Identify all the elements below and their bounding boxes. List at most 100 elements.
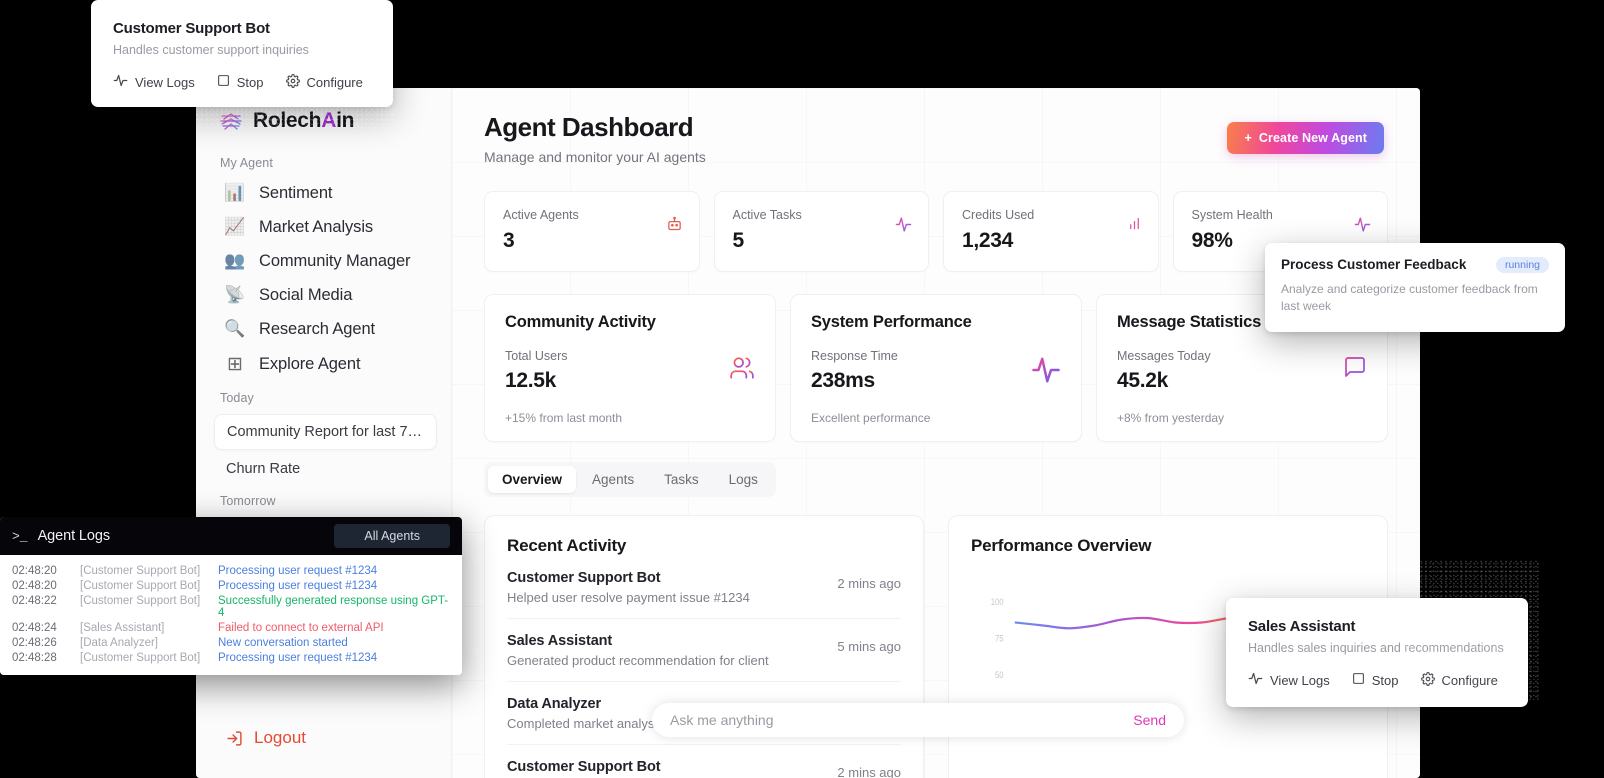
- log-line: 02:48:22 [Customer Support Bot] Successful…: [0, 593, 462, 620]
- activity-description: Helped user resolve payment issue #1234: [507, 590, 750, 605]
- trending-up-icon: 📈: [224, 217, 246, 236]
- sidebar-item-explore-agent[interactable]: ⊞ Explore Agent: [202, 346, 445, 383]
- chart-y-tick: 50: [995, 669, 1004, 680]
- log-timestamp: 02:48:28: [12, 651, 57, 664]
- create-new-agent-button[interactable]: + Create New Agent: [1227, 122, 1384, 154]
- log-message: New conversation started: [218, 636, 348, 649]
- gear-icon: [285, 73, 300, 91]
- sidebar-item-community-manager[interactable]: 👥 Community Manager: [202, 244, 445, 278]
- stat-card-active-tasks: Active Tasks 5: [713, 191, 929, 272]
- logout-button[interactable]: Logout: [196, 710, 451, 778]
- performance-overview-title: Performance Overview: [971, 536, 1152, 555]
- log-agent-name: [Data Analyzer]: [80, 636, 158, 649]
- activity-pulse-icon: [113, 73, 128, 91]
- activity-text: Sales Assistant Generated product recomme…: [507, 633, 769, 668]
- agent-card-description: Handles sales inquiries and recommendati…: [1248, 641, 1504, 655]
- sidebar-nav-list: 📊 Sentiment 📈 Market Analysis 👥 Community Man…: [196, 176, 451, 383]
- log-timestamp: 02:48:22: [12, 594, 57, 607]
- activity-timestamp: 2 mins ago: [837, 576, 901, 591]
- view-logs-label: View Logs: [135, 74, 195, 90]
- log-message: Processing user request #1234: [218, 579, 378, 592]
- log-timestamp: 02:48:20: [12, 564, 57, 577]
- robot-icon: [666, 216, 683, 238]
- agent-logs-panel: >_ Agent Logs All Agents 02:48:20 [Custom…: [0, 517, 462, 675]
- sidebar-item-sentiment[interactable]: 📊 Sentiment: [202, 176, 445, 210]
- configure-action[interactable]: Configure: [285, 73, 363, 91]
- users-icon: [729, 355, 755, 386]
- chart-y-tick: 75: [995, 633, 1004, 644]
- send-button[interactable]: Send: [1123, 712, 1166, 728]
- activity-agent-name: Customer Support Bot: [507, 570, 661, 586]
- agent-card-title: Customer Support Bot: [113, 20, 270, 37]
- metric-value: 238ms: [811, 369, 875, 392]
- stat-label: Active Agents: [503, 208, 579, 222]
- log-agent-name: [Customer Support Bot]: [80, 594, 201, 607]
- sidebar-item-label: Social Media: [259, 285, 353, 304]
- sidebar-item-market-analysis[interactable]: 📈 Market Analysis: [202, 210, 445, 244]
- agent-filter-dropdown[interactable]: All Agents: [334, 524, 450, 548]
- log-message: Processing user request #1234: [218, 651, 378, 664]
- log-agent-name: [Customer Support Bot]: [80, 579, 201, 592]
- log-line: 02:48:24 [Sales Assistant] Failed to conne…: [0, 620, 462, 635]
- agent-logs-header: >_ Agent Logs All Agents: [0, 517, 462, 555]
- stop-square-icon: [1352, 672, 1365, 688]
- metric-sub-label: Messages Today: [1117, 349, 1211, 363]
- log-line: 02:48:28 [Customer Support Bot] Processing…: [0, 650, 462, 665]
- metric-footnote: Excellent performance: [811, 411, 931, 425]
- task-card-process-customer-feedback: Process Customer Feedback running Analyz…: [1265, 243, 1565, 332]
- activity-agent-name: Sales Assistant: [507, 633, 613, 649]
- sidebar-section-today: Today: [220, 391, 254, 405]
- sidebar-item-social-media[interactable]: 📡 Social Media: [202, 278, 445, 312]
- task-card-title: Process Customer Feedback: [1281, 257, 1467, 272]
- bar-chart-icon: 📊: [224, 183, 246, 202]
- activity-description: Generated product recommendation for cli…: [507, 653, 769, 668]
- log-timestamp: 02:48:24: [12, 621, 57, 634]
- screenshot-stage: RolechAin My Agent 📊 Sentiment 📈 Market Ana…: [0, 0, 1604, 778]
- sidebar-section-my-agent: My Agent: [220, 156, 273, 170]
- agent-card-title: Sales Assistant: [1248, 618, 1356, 635]
- log-message: Processing user request #1234: [218, 564, 378, 577]
- stat-value: 3: [503, 229, 515, 252]
- log-timestamp: 02:48:26: [12, 636, 57, 649]
- stat-card-active-agents: Active Agents 3: [484, 191, 700, 272]
- stop-label: Stop: [1371, 672, 1399, 688]
- tab-agents[interactable]: Agents: [578, 466, 648, 493]
- stop-action[interactable]: Stop: [217, 74, 264, 90]
- metric-card-community-activity: Community Activity Total Users 12.5k +15% f…: [484, 294, 776, 442]
- stop-label: Stop: [236, 74, 264, 90]
- create-new-agent-label: Create New Agent: [1258, 131, 1367, 145]
- logout-icon: [226, 730, 243, 747]
- tab-tasks[interactable]: Tasks: [650, 466, 713, 493]
- tab-logs[interactable]: Logs: [715, 466, 772, 493]
- metric-sub-label: Response Time: [811, 349, 898, 363]
- log-agent-name: [Sales Assistant]: [80, 621, 165, 634]
- message-bubble-icon: [1343, 355, 1367, 384]
- sidebar-chat-churn-rate[interactable]: Churn Rate: [214, 454, 437, 484]
- log-line: 02:48:20 [Customer Support Bot] Processing…: [0, 578, 462, 593]
- metric-value: 12.5k: [505, 369, 557, 392]
- sidebar-item-label: Market Analysis: [259, 217, 374, 236]
- agent-card-customer-support-bot: Customer Support Bot Handles customer su…: [91, 0, 393, 107]
- log-agent-name: [Customer Support Bot]: [80, 564, 201, 577]
- rolechain-logo-icon: [218, 108, 244, 134]
- activity-timestamp: 5 mins ago: [837, 639, 901, 654]
- sidebar-section-tomorrow: Tomorrow: [220, 494, 276, 508]
- metric-sub-label: Total Users: [505, 349, 568, 363]
- sidebar-item-research-agent[interactable]: 🔍 Research Agent: [202, 312, 445, 346]
- agent-card-description: Handles customer support inquiries: [113, 43, 309, 57]
- activity-pulse-icon: [895, 216, 912, 238]
- stop-action[interactable]: Stop: [1352, 672, 1399, 688]
- activity-timestamp: 2 mins ago: [837, 765, 901, 778]
- configure-action[interactable]: Configure: [1420, 671, 1498, 689]
- bar-chart-icon: [1127, 216, 1142, 236]
- log-agent-name: [Customer Support Bot]: [80, 651, 201, 664]
- tab-overview[interactable]: Overview: [488, 466, 577, 493]
- chart-y-tick: 100: [991, 596, 1004, 607]
- view-logs-action[interactable]: View Logs: [113, 73, 195, 91]
- view-logs-action[interactable]: View Logs: [1248, 671, 1330, 689]
- chat-input[interactable]: [670, 712, 1124, 728]
- grid-icon: ⊞: [227, 354, 243, 375]
- people-group-icon: 👥: [224, 251, 246, 270]
- metric-card-system-performance: System Performance Response Time 238ms Exce…: [790, 294, 1082, 442]
- sidebar-chat-community-report[interactable]: Community Report for last 7 d...: [214, 414, 437, 450]
